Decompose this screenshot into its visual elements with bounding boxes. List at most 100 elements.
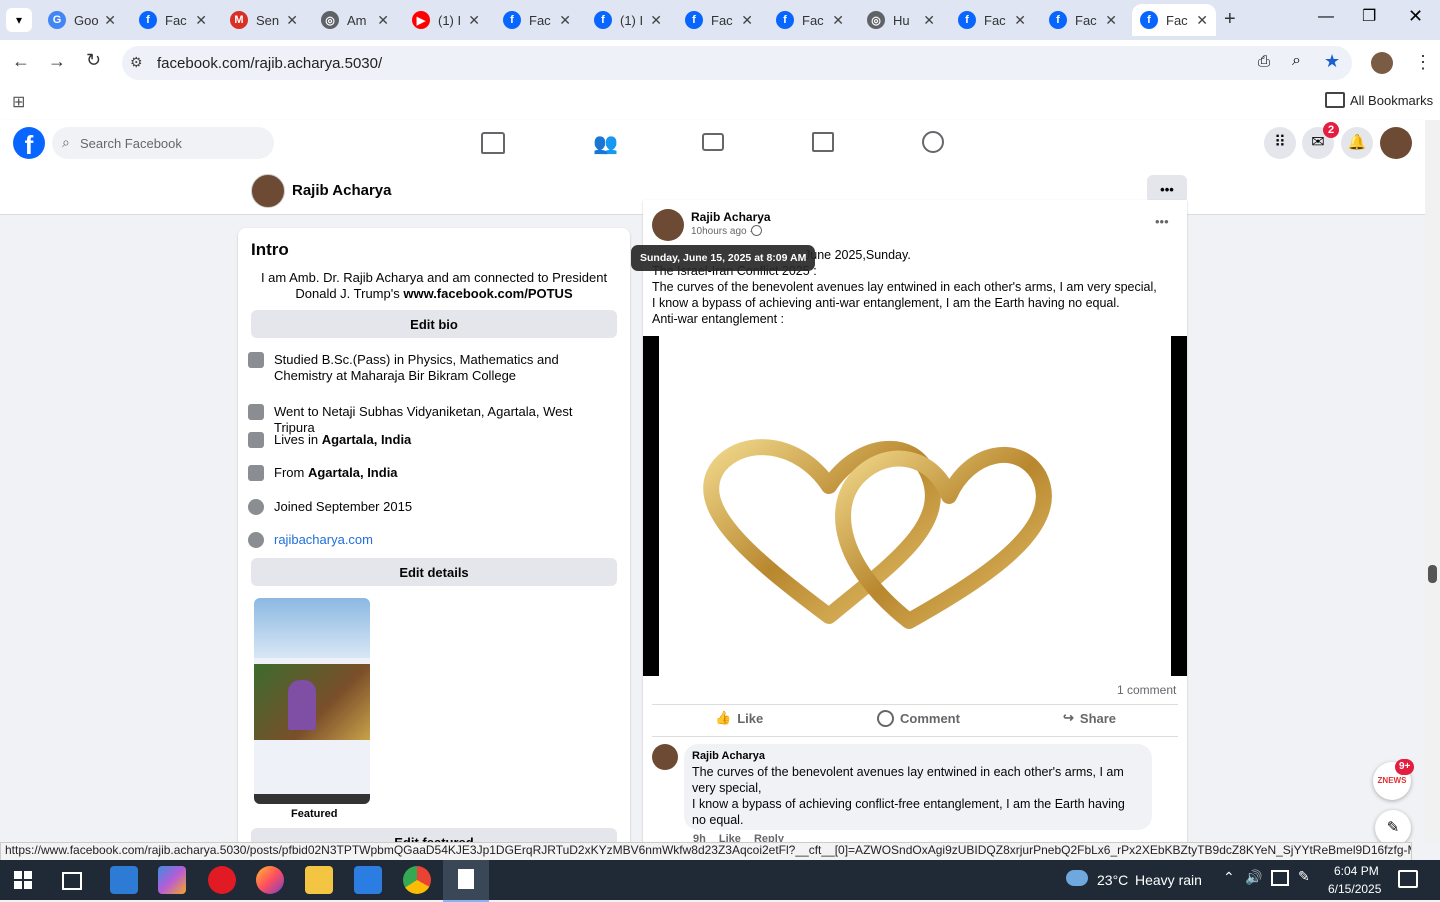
post-author-avatar[interactable] bbox=[652, 209, 684, 241]
profile-name[interactable]: Rajib Acharya bbox=[292, 182, 392, 199]
intro-detail-text[interactable]: rajibacharya.com bbox=[274, 532, 373, 548]
tab-close-icon[interactable]: ✕ bbox=[286, 12, 298, 29]
notification-center-icon[interactable] bbox=[1398, 870, 1418, 888]
tab-close-icon[interactable]: ✕ bbox=[1105, 12, 1117, 29]
all-bookmarks-link[interactable]: All Bookmarks bbox=[1350, 93, 1433, 108]
browser-tab[interactable]: ▶ (1) I ✕ bbox=[404, 4, 488, 36]
bookmark-star-icon[interactable]: ★ bbox=[1324, 51, 1340, 72]
address-bar[interactable]: ⚙ facebook.com/rajib.acharya.5030/ ⎙ ⌕ ★ bbox=[122, 46, 1352, 80]
task-view-icon[interactable] bbox=[62, 872, 82, 890]
site-info-icon[interactable]: ⚙ bbox=[130, 54, 143, 71]
taskbar-app-chrome-icon[interactable] bbox=[403, 866, 431, 894]
nav-groups-icon[interactable] bbox=[922, 131, 944, 153]
back-button[interactable]: ← bbox=[12, 51, 30, 72]
browser-tab[interactable]: ◎ Hu ✕ bbox=[859, 4, 943, 36]
tab-close-icon[interactable]: ✕ bbox=[1196, 12, 1208, 29]
browser-tab[interactable]: f Fac ✕ bbox=[1041, 4, 1125, 36]
tab-search-button[interactable]: ▾ bbox=[6, 8, 32, 32]
scrollbar-thumb[interactable] bbox=[1428, 565, 1437, 583]
taskbar-app-explorer-icon[interactable] bbox=[305, 866, 333, 894]
browser-tab[interactable]: f Fac ✕ bbox=[1132, 4, 1216, 36]
browser-menu-icon[interactable]: ⋮ bbox=[1414, 52, 1432, 73]
apps-grid-icon[interactable]: ⊞ bbox=[12, 92, 25, 112]
close-window-button[interactable]: ✕ bbox=[1408, 6, 1423, 27]
profile-bar-avatar[interactable] bbox=[251, 174, 285, 208]
taskbar-app-store-icon[interactable] bbox=[354, 866, 382, 894]
browser-tab[interactable]: f (1) I ✕ bbox=[586, 4, 670, 36]
clock-date[interactable]: 6/15/2025 bbox=[1328, 882, 1381, 896]
tab-close-icon[interactable]: ✕ bbox=[195, 12, 207, 29]
new-tab-button[interactable]: + bbox=[1224, 8, 1236, 31]
tab-close-icon[interactable]: ✕ bbox=[650, 12, 662, 29]
tab-close-icon[interactable]: ✕ bbox=[377, 12, 389, 29]
browser-tab[interactable]: M Sen ✕ bbox=[222, 4, 306, 36]
zoom-icon[interactable]: ⌕ bbox=[1292, 52, 1301, 70]
weather-rain-icon[interactable] bbox=[1066, 870, 1088, 886]
tray-chevron-icon[interactable]: ⌃ bbox=[1223, 869, 1235, 886]
browser-tab[interactable]: f Fac ✕ bbox=[677, 4, 761, 36]
browser-tab[interactable]: G Goo ✕ bbox=[40, 4, 124, 36]
page-scrollbar[interactable] bbox=[1425, 120, 1440, 842]
url-text[interactable]: facebook.com/rajib.acharya.5030/ bbox=[157, 55, 382, 72]
edit-bio-button[interactable]: Edit bio bbox=[251, 310, 617, 338]
post-image[interactable] bbox=[643, 336, 1187, 676]
comment-count[interactable]: 1 comment bbox=[1117, 683, 1176, 697]
browser-tab[interactable]: ◎ Am ✕ bbox=[313, 4, 397, 36]
browser-tab[interactable]: f Fac ✕ bbox=[950, 4, 1034, 36]
nav-home-icon[interactable] bbox=[481, 132, 505, 154]
like-button[interactable]: 👍 Like bbox=[715, 710, 763, 726]
intro-detail-value[interactable]: Agartala, India bbox=[308, 465, 398, 480]
new-message-button[interactable]: ✎ bbox=[1375, 810, 1411, 846]
tab-close-icon[interactable]: ✕ bbox=[468, 12, 480, 29]
tab-close-icon[interactable]: ✕ bbox=[1014, 12, 1026, 29]
browser-tab[interactable]: f Fac ✕ bbox=[131, 4, 215, 36]
comment-author[interactable]: Rajib Acharya bbox=[692, 750, 765, 762]
reload-button[interactable]: ↻ bbox=[86, 50, 101, 71]
start-windows-icon[interactable] bbox=[14, 871, 32, 889]
comment-button[interactable]: Comment bbox=[877, 710, 960, 727]
post-author-name[interactable]: Rajib Acharya bbox=[691, 210, 771, 224]
intro-bio-link[interactable]: www.facebook.com/POTUS bbox=[403, 286, 572, 301]
tab-close-icon[interactable]: ✕ bbox=[832, 12, 844, 29]
network-icon[interactable] bbox=[1271, 870, 1289, 886]
post-time[interactable]: 10hours ago · bbox=[691, 226, 753, 237]
tab-close-icon[interactable]: ✕ bbox=[923, 12, 935, 29]
volume-icon[interactable]: 🔊 bbox=[1245, 869, 1262, 886]
search-box[interactable]: ⌕ Search Facebook bbox=[52, 127, 274, 159]
taskbar-app-mail-icon[interactable] bbox=[110, 866, 138, 894]
facebook-icon: f bbox=[685, 11, 703, 29]
install-app-icon[interactable]: ⎙ bbox=[1258, 53, 1270, 70]
facebook-logo-icon[interactable]: f bbox=[13, 127, 45, 160]
tab-close-icon[interactable]: ✕ bbox=[559, 12, 571, 29]
minimize-button[interactable]: — bbox=[1318, 8, 1334, 26]
weather-text[interactable]: Heavy rain bbox=[1135, 872, 1202, 888]
profile-avatar[interactable] bbox=[1371, 52, 1393, 74]
forward-button[interactable]: → bbox=[48, 51, 66, 72]
taskbar-app-copilot-icon[interactable] bbox=[158, 866, 186, 894]
browser-tab[interactable]: f Fac ✕ bbox=[768, 4, 852, 36]
tab-close-icon[interactable]: ✕ bbox=[741, 12, 753, 29]
share-button[interactable]: ↪ Share bbox=[1063, 710, 1116, 726]
nav-video-icon[interactable] bbox=[702, 133, 724, 151]
weather-temp[interactable]: 23°C bbox=[1097, 872, 1128, 888]
website-link[interactable]: rajibacharya.com bbox=[274, 532, 373, 547]
menu-grid-icon[interactable]: ⠿ bbox=[1264, 127, 1296, 159]
nav-friends-icon[interactable]: 👥 bbox=[593, 131, 618, 156]
intro-detail-value[interactable]: Agartala, India bbox=[322, 432, 412, 447]
taskbar-app-notepad-active[interactable] bbox=[443, 860, 489, 902]
profile-more-button[interactable]: ••• bbox=[1147, 175, 1187, 203]
nav-marketplace-icon[interactable] bbox=[812, 132, 834, 152]
pen-icon[interactable]: ✎ bbox=[1298, 868, 1310, 885]
commenter-avatar[interactable] bbox=[652, 744, 678, 770]
account-avatar[interactable] bbox=[1380, 127, 1412, 159]
taskbar-app-firefox-icon[interactable] bbox=[256, 866, 284, 894]
notifications-bell-icon[interactable]: 🔔 bbox=[1341, 127, 1373, 159]
clock-time[interactable]: 6:04 PM bbox=[1334, 864, 1379, 878]
browser-tab[interactable]: f Fac ✕ bbox=[495, 4, 579, 36]
post-options-button[interactable]: ••• bbox=[1155, 214, 1169, 229]
featured-thumbnail[interactable] bbox=[254, 598, 370, 804]
tab-close-icon[interactable]: ✕ bbox=[104, 12, 116, 29]
maximize-button[interactable]: ❐ bbox=[1362, 6, 1376, 26]
taskbar-app-opera-icon[interactable] bbox=[208, 866, 236, 894]
edit-details-button[interactable]: Edit details bbox=[251, 558, 617, 586]
